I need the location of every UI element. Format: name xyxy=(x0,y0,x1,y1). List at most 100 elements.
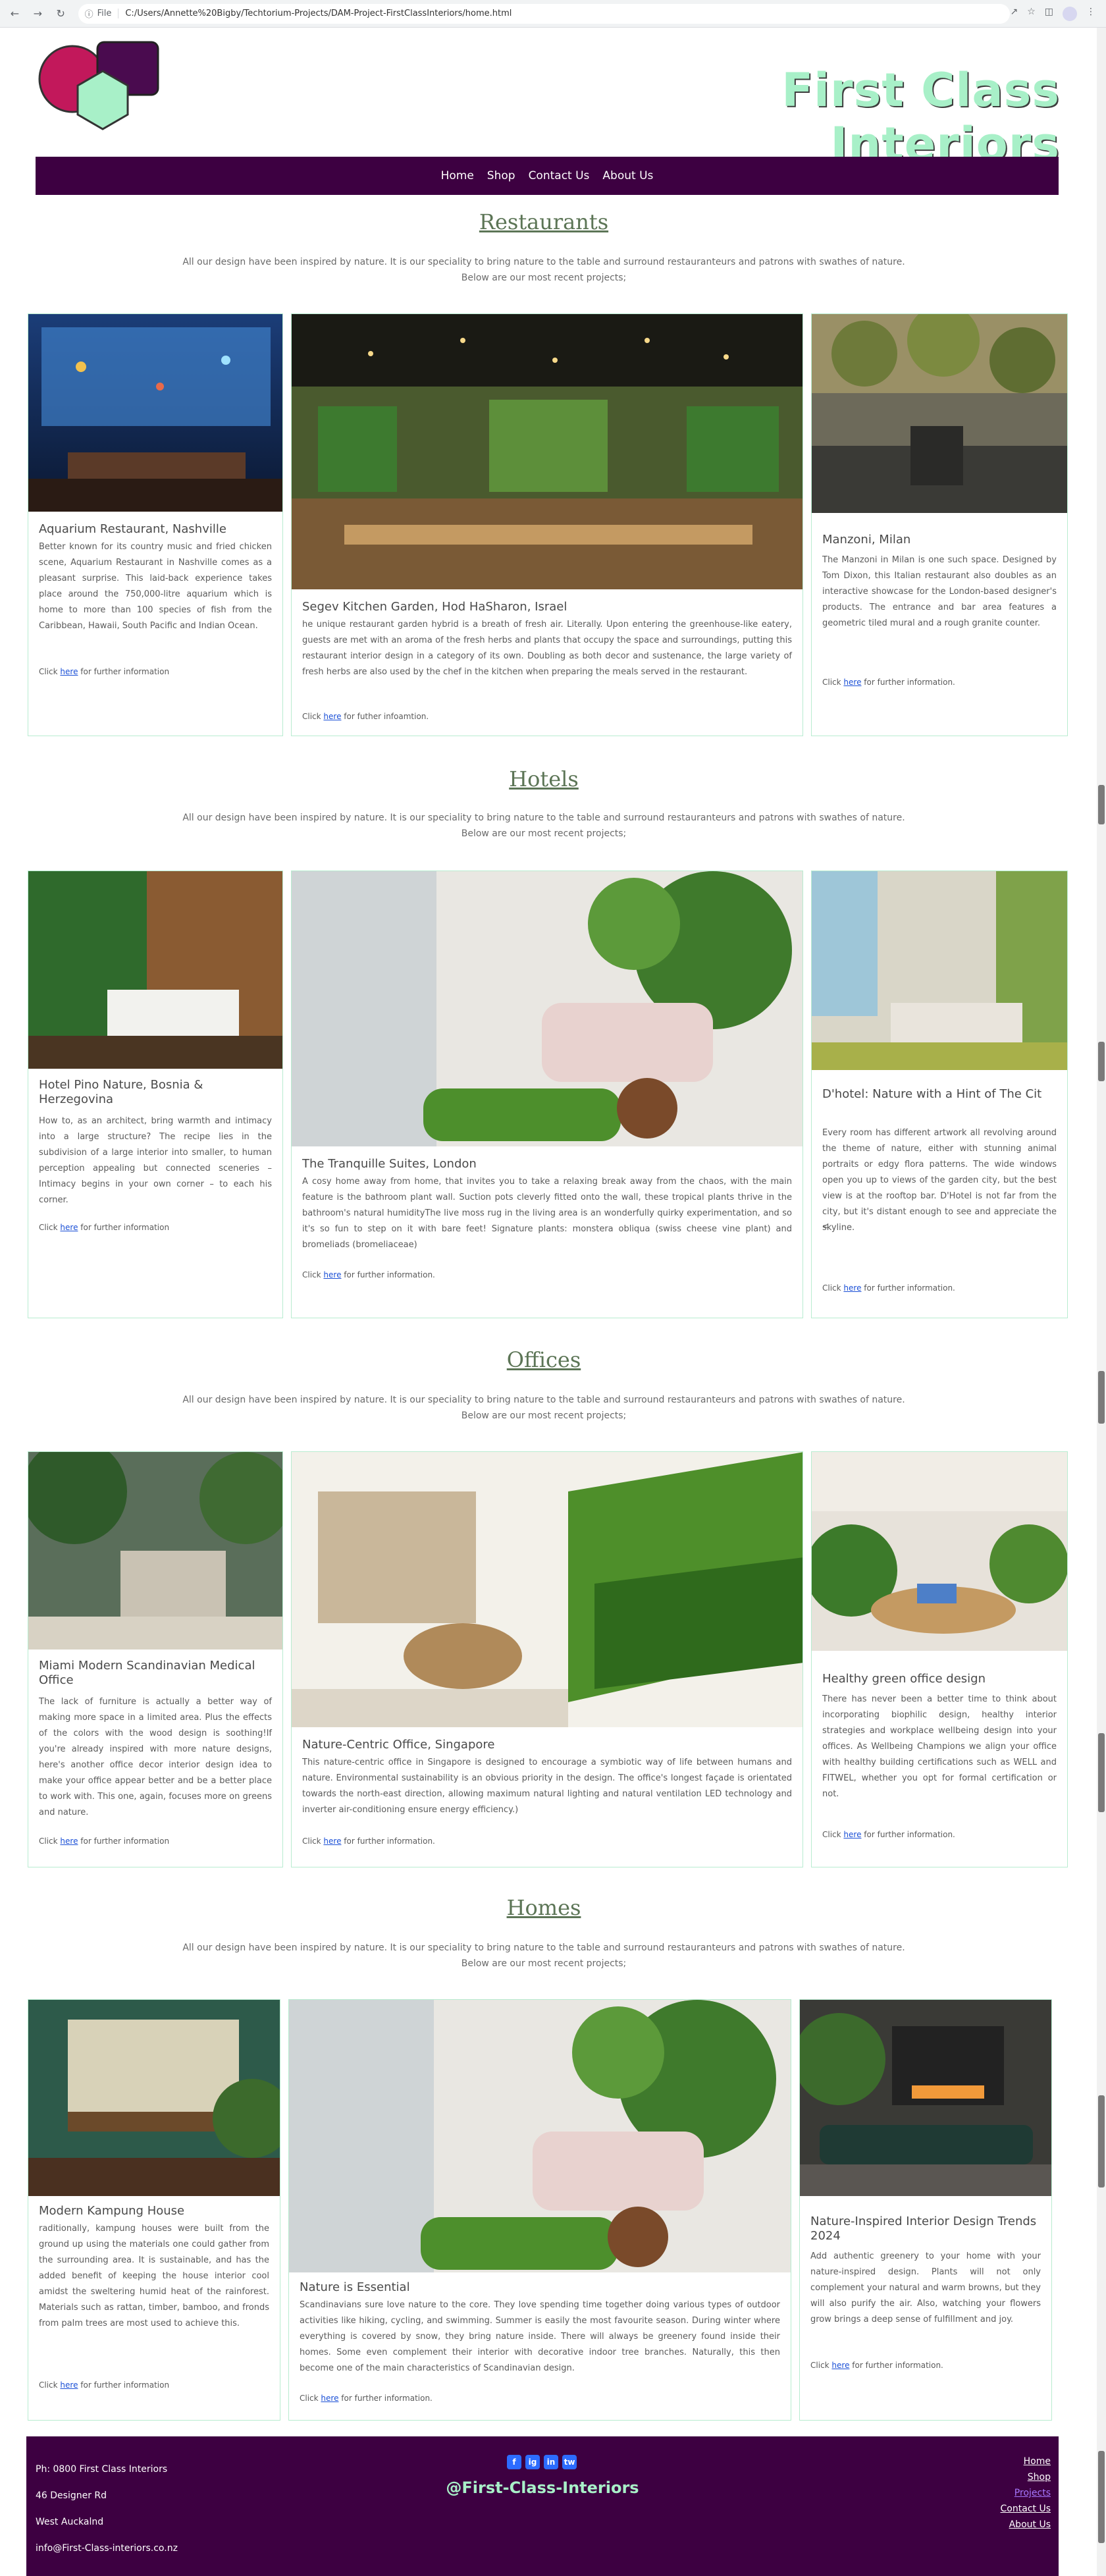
card-text: The lack of furniture is actually a bett… xyxy=(39,1697,272,1817)
linkedin-icon[interactable]: in xyxy=(544,2455,558,2469)
forward-arrow-icon[interactable]: → xyxy=(30,5,46,22)
nav-shop[interactable]: Shop xyxy=(487,169,515,182)
stray-text: < xyxy=(822,1221,830,1231)
project-card: The Tranquille Suites, London A cosy hom… xyxy=(291,871,803,1318)
here-link[interactable]: here xyxy=(323,712,341,721)
here-link[interactable]: here xyxy=(60,1837,78,1846)
here-link[interactable]: here xyxy=(60,1223,78,1232)
email: info@First-Class-interiors.co.nz xyxy=(36,2543,178,2554)
further-info: Click here for futher infoamtion. xyxy=(302,712,429,721)
here-link[interactable]: here xyxy=(60,2380,78,2390)
here-link[interactable]: here xyxy=(321,2394,338,2403)
card-text: he unique restaurant garden hybrid is a … xyxy=(302,620,792,677)
reload-icon[interactable]: ↻ xyxy=(53,5,69,22)
section-intro: All our design have been inspired by nat… xyxy=(182,1943,905,1969)
project-photo xyxy=(292,1452,803,1727)
url-text[interactable]: C:/Users/Annette%20Bigby/Techtorium-Proj… xyxy=(125,9,512,18)
social-handle: @First-Class-Interiors xyxy=(446,2479,639,2497)
card-text: A cosy home away from home, that invites… xyxy=(302,1177,792,1250)
back-arrow-icon[interactable]: ← xyxy=(7,5,23,22)
profile-avatar[interactable] xyxy=(1063,6,1077,21)
further-info: Click here for further information. xyxy=(822,678,955,687)
further-info: Click here for further information xyxy=(39,1223,170,1232)
card-title: D'hotel: Nature with a Hint of The Cit xyxy=(822,1087,1042,1101)
project-card: Miami Modern Scandinavian Medical Office… xyxy=(28,1451,283,1867)
site-title: First Class Interiors xyxy=(781,63,1060,171)
card-title: Miami Modern Scandinavian Medical Office xyxy=(39,1659,255,1687)
here-link[interactable]: here xyxy=(843,1283,861,1293)
further-info: Click here for further information. xyxy=(822,1830,955,1839)
footer-link-shop[interactable]: Shop xyxy=(1001,2469,1051,2485)
address-line-2: West Auckalnd xyxy=(36,2517,104,2527)
card-text: Every room has different artwork all rev… xyxy=(822,1128,1057,1233)
footer-link-home[interactable]: Home xyxy=(1001,2454,1051,2469)
project-card: D'hotel: Nature with a Hint of The Cit E… xyxy=(811,871,1068,1318)
card-text: Add authentic greenery to your home with… xyxy=(810,2251,1041,2324)
section-intro: All our design have been inspired by nat… xyxy=(182,1395,905,1421)
project-card: Nature-Inspired Interior Design Trends 2… xyxy=(799,1999,1052,2421)
footer-link-about-us[interactable]: About Us xyxy=(1001,2517,1051,2533)
further-info: Click here for further information. xyxy=(300,2394,433,2403)
card-title: Nature-Inspired Interior Design Trends 2… xyxy=(810,2214,1037,2243)
contact-details: Ph: 0800 First Class Interiors 46 Design… xyxy=(36,2456,178,2562)
address-bar[interactable]: ⓘ File C:/Users/Annette%20Bigby/Techtori… xyxy=(78,3,1011,24)
scrollbar-mark xyxy=(1098,1733,1105,1812)
nav-home[interactable]: Home xyxy=(441,169,474,182)
here-link[interactable]: here xyxy=(843,1830,861,1839)
project-photo xyxy=(800,2000,1051,2196)
project-card: Segev Kitchen Garden, Hod HaSharon, Isra… xyxy=(291,313,803,736)
scrollbar-thumb[interactable] xyxy=(1098,785,1105,824)
project-card: Hotel Pino Nature, Bosnia & Herzegovina … xyxy=(28,871,283,1318)
footer-link-projects[interactable]: Projects xyxy=(1001,2485,1051,2501)
here-link[interactable]: here xyxy=(831,2361,849,2370)
info-icon[interactable]: ⓘ xyxy=(85,7,93,20)
further-info: Click here for further information xyxy=(39,667,170,676)
footer-link-contact-us[interactable]: Contact Us xyxy=(1001,2501,1051,2517)
further-info: Click here for further information xyxy=(39,1837,170,1846)
card-title: Nature is Essential xyxy=(300,2280,410,2294)
here-link[interactable]: here xyxy=(323,1837,341,1846)
project-photo xyxy=(289,2000,791,2272)
instagram-icon[interactable]: ig xyxy=(525,2455,540,2469)
card-title: Segev Kitchen Garden, Hod HaSharon, Isra… xyxy=(302,600,567,614)
facebook-icon[interactable]: f xyxy=(507,2455,521,2469)
nav-contact-us[interactable]: Contact Us xyxy=(529,169,590,182)
here-link[interactable]: here xyxy=(60,667,78,676)
twitter-icon[interactable]: tw xyxy=(562,2455,577,2469)
project-card: Manzoni, Milan The Manzoni in Milan is o… xyxy=(811,313,1068,736)
page-scrollbar[interactable] xyxy=(1097,28,1106,2576)
here-link[interactable]: here xyxy=(323,1270,341,1279)
project-photo xyxy=(812,871,1067,1070)
site-logo[interactable] xyxy=(34,41,166,146)
card-title: Modern Kampung House xyxy=(39,2204,185,2218)
nav-about-us[interactable]: About Us xyxy=(602,169,653,182)
card-text: Scandinavians sure love nature to the co… xyxy=(300,2300,780,2373)
card-title: Healthy green office design xyxy=(822,1672,986,1686)
further-info: Click here for further information. xyxy=(302,1837,435,1846)
section-intro: All our design have been inspired by nat… xyxy=(182,257,905,283)
project-card: Nature is Essential Scandinavians sure l… xyxy=(288,1999,791,2421)
project-photo xyxy=(292,871,803,1146)
here-link[interactable]: here xyxy=(843,678,861,687)
project-card: Modern Kampung House raditionally, kampu… xyxy=(28,1999,280,2421)
project-photo xyxy=(28,2000,280,2196)
scrollbar-mark xyxy=(1098,1371,1105,1424)
further-info: Click here for further information. xyxy=(810,2361,943,2370)
menu-kebab-icon[interactable]: ⋮ xyxy=(1086,7,1095,21)
project-card: Nature-Centric Office, Singapore This na… xyxy=(291,1451,803,1867)
site-footer: Ph: 0800 First Class Interiors 46 Design… xyxy=(26,2436,1059,2576)
card-text: The Manzoni in Milan is one such space. … xyxy=(822,555,1057,628)
section-title-offices: Offices xyxy=(506,1347,581,1372)
sidebar-icon[interactable]: ◫ xyxy=(1045,7,1053,21)
share-icon[interactable]: ↗ xyxy=(1010,7,1018,21)
project-card: Aquarium Restaurant, Nashville Better kn… xyxy=(28,313,283,736)
file-scheme-label: File xyxy=(97,9,119,18)
section-title-hotels: Hotels xyxy=(509,766,579,792)
scrollbar-mark xyxy=(1098,2095,1105,2187)
card-title: Manzoni, Milan xyxy=(822,533,911,547)
further-info: Click here for further information xyxy=(39,2380,170,2390)
social-links: f ig in tw xyxy=(507,2455,577,2469)
bookmark-star-icon[interactable]: ☆ xyxy=(1027,7,1036,21)
section-title-restaurants: Restaurants xyxy=(479,209,609,234)
section-intro: All our design have been inspired by nat… xyxy=(182,813,905,839)
